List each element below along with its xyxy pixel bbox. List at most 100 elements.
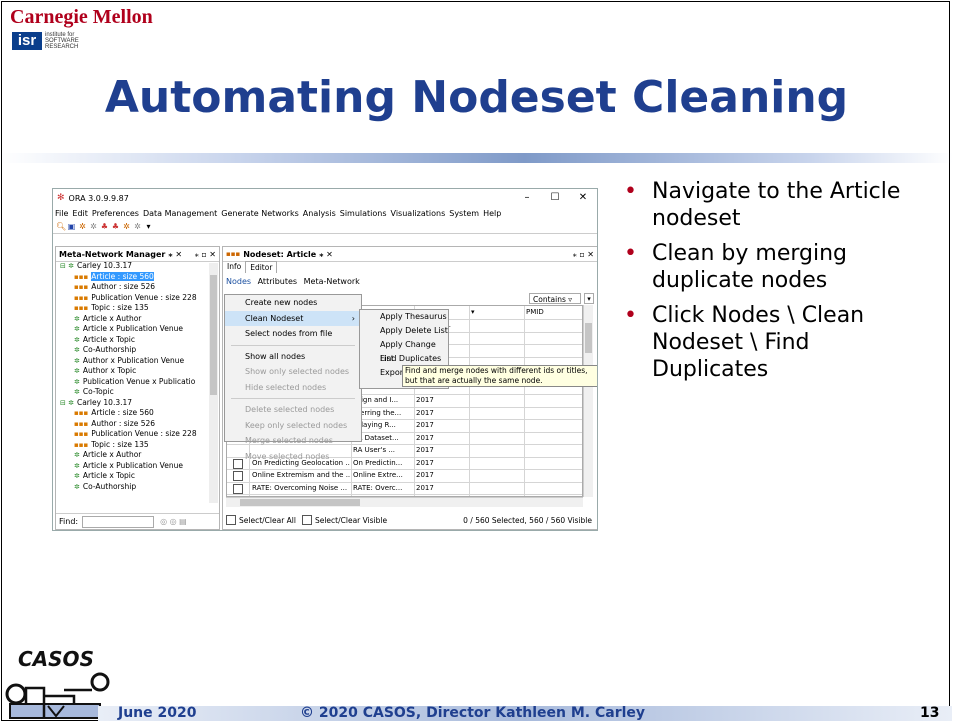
- menu-item-apply-delete-list[interactable]: Apply Delete List: [360, 324, 448, 338]
- menu-item-apply-change-list[interactable]: Apply Change List: [360, 338, 448, 363]
- tree-item[interactable]: ▪▪▪ Article : size 560: [56, 408, 206, 419]
- pane-controls[interactable]: ⁎ ▫ ✕: [573, 250, 594, 259]
- tree-root-item[interactable]: ⊟ ✲ Carley 10.3.17: [56, 261, 206, 272]
- row-checkbox[interactable]: [233, 483, 243, 494]
- isr-logo: isr institute for SOFTWARE RESEARCH: [12, 32, 79, 50]
- save-icon[interactable]: ▣: [67, 222, 76, 231]
- meta-alt-icon[interactable]: ✲: [133, 222, 142, 231]
- app-icon: ✻: [57, 193, 65, 203]
- search-icon[interactable]: 🔍︎: [56, 222, 66, 231]
- meta-icon[interactable]: ✲: [122, 222, 131, 231]
- menu-item-select-nodes-from-file[interactable]: Select nodes from file: [225, 326, 361, 342]
- network-alt-icon[interactable]: ✲: [89, 222, 98, 231]
- menu-item-create-new-nodes[interactable]: Create new nodes: [225, 295, 361, 311]
- select-all-checkbox[interactable]: [226, 515, 236, 525]
- menu-item-show-all-nodes[interactable]: Show all nodes: [225, 349, 361, 365]
- table-cell: 2017: [416, 433, 434, 442]
- footer-date: June 2020: [118, 705, 197, 721]
- tree-root-item[interactable]: ⊟ ✲ Carley 10.3.17: [56, 398, 206, 409]
- table-hscroll[interactable]: [226, 497, 583, 507]
- menu-system[interactable]: System: [449, 209, 479, 218]
- tree-item[interactable]: ▪▪▪ Publication Venue : size 228: [56, 293, 206, 304]
- maximize-button[interactable]: ☐: [541, 189, 569, 207]
- tooltip-line: Find and merge nodes with different ids …: [405, 366, 588, 375]
- tree-item[interactable]: ✲ Co-Authorship: [56, 482, 206, 493]
- menu-separator: [231, 398, 355, 399]
- tree-item[interactable]: ✲ Article x Author: [56, 450, 206, 461]
- tree-item[interactable]: ✲ Article x Publication Venue: [56, 461, 206, 472]
- column-header[interactable]: ▾: [471, 306, 525, 319]
- tree-item[interactable]: ✲ Article x Topic: [56, 335, 206, 346]
- tree-item-label: Article x Author: [82, 450, 142, 459]
- tree-item[interactable]: ✲ Author x Topic: [56, 366, 206, 377]
- tree-item[interactable]: ▪▪▪ Author : size 526: [56, 282, 206, 293]
- tree-item[interactable]: ✲ Author x Publication Venue: [56, 356, 206, 367]
- table-cell: 2017: [416, 471, 434, 479]
- isr-logo-mark: isr: [12, 32, 42, 50]
- menu-item-show-only-selected-nodes: Show only selected nodes: [225, 364, 361, 380]
- tree-item[interactable]: ✲ Publication Venue x Publicatio: [56, 377, 206, 388]
- menu-preferences[interactable]: Preferences: [92, 209, 139, 218]
- menu-item-label: Delete selected nodes: [245, 405, 335, 414]
- table-cell: 2017: [416, 408, 434, 417]
- menu-item-find-duplicates[interactable]: Find Duplicates: [360, 352, 448, 366]
- menu-data-management[interactable]: Data Management: [143, 209, 217, 218]
- pane-title: Nodeset: Article: [243, 249, 317, 259]
- tab-nodes[interactable]: Nodes: [226, 277, 251, 286]
- agents-icon[interactable]: ♣: [100, 222, 109, 231]
- contains-select[interactable]: Contains ▿: [529, 293, 581, 304]
- menu-item-apply-thesaurus[interactable]: Apply Thesaurus: [360, 310, 448, 324]
- network-icon[interactable]: ✲: [78, 222, 87, 231]
- tree-item[interactable]: ✲ Co-Authorship: [56, 345, 206, 356]
- tree-item[interactable]: ▪▪▪ Topic : size 135: [56, 440, 206, 451]
- menu-item-clean-nodeset[interactable]: Clean Nodeset ›: [225, 310, 361, 326]
- tree-item[interactable]: ▪▪▪ Article : size 560: [56, 271, 206, 283]
- tree-item[interactable]: ✲ Article x Publication Venue: [56, 324, 206, 335]
- select-visible-checkbox[interactable]: [301, 515, 312, 525]
- tab-info[interactable]: Info: [223, 261, 245, 273]
- menu-visualizations[interactable]: Visualizations: [391, 209, 446, 218]
- tab-editor[interactable]: Editor: [245, 261, 278, 273]
- tree-item[interactable]: ▪▪▪ Author : size 526: [56, 419, 206, 430]
- tree-scrollbar[interactable]: [209, 263, 218, 503]
- meta-network-icon: ⊟ ✲: [60, 262, 74, 270]
- pane-controls[interactable]: ⁎ ▫ ✕: [195, 250, 216, 259]
- close-button[interactable]: ✕: [569, 189, 597, 207]
- tree-item[interactable]: ▪▪▪ Topic : size 135: [56, 303, 206, 314]
- nodeset-icon: ▪▪▪: [74, 283, 89, 291]
- minimize-button[interactable]: –: [513, 189, 541, 207]
- menu-edit[interactable]: Edit: [72, 209, 88, 218]
- column-header[interactable]: PMID: [526, 306, 582, 319]
- find-buttons[interactable]: ◎ ◎ ▤: [160, 517, 187, 526]
- agents-alt-icon[interactable]: ♣: [111, 222, 120, 231]
- window-title: ORA 3.0.9.9.87: [68, 193, 129, 203]
- tree-item-label: Author : size 526: [91, 418, 156, 428]
- tree-item-label: Article x Author: [82, 313, 142, 323]
- menu-help[interactable]: Help: [483, 209, 501, 218]
- tree-item-label: Author x Publication Venue: [82, 355, 185, 365]
- tab-meta-network[interactable]: Meta-Network: [304, 277, 360, 286]
- tree-item[interactable]: ✲ Co-Topic: [56, 387, 206, 398]
- menu-simulations[interactable]: Simulations: [340, 209, 387, 218]
- table-cell: 2017: [416, 446, 434, 454]
- table-vscroll[interactable]: [583, 305, 593, 497]
- tree-item[interactable]: ✲ Article x Author: [56, 314, 206, 325]
- find-input[interactable]: [82, 515, 155, 528]
- bullet-list: Navigate to the Article nodeset Clean by…: [622, 178, 932, 391]
- filter-toggle-button[interactable]: ▾: [584, 293, 594, 304]
- tree-item-label: Article : size 560: [91, 408, 154, 417]
- network-icon: ✲: [74, 335, 80, 344]
- menu-analysis[interactable]: Analysis: [303, 209, 336, 218]
- tree-item[interactable]: ✲ Article x Topic: [56, 471, 206, 482]
- menu-file[interactable]: File: [55, 209, 68, 218]
- pin-icon[interactable]: ⁎ ✕: [319, 250, 333, 259]
- row-checkbox[interactable]: [233, 471, 243, 481]
- tree-item-label: Carley 10.3.17: [76, 397, 133, 407]
- tab-attributes[interactable]: Attributes: [258, 277, 298, 286]
- pin-icon[interactable]: ⁎ ✕: [168, 250, 182, 259]
- table-row[interactable]: RATE: Overcoming Noise ... RATE: Overc...…: [227, 482, 582, 495]
- dropdown-icon[interactable]: ▾: [144, 222, 153, 231]
- table-row[interactable]: Online Extremism and the ... Online Extre…: [227, 469, 582, 483]
- menu-generate-networks[interactable]: Generate Networks: [221, 209, 298, 218]
- tree-item[interactable]: ▪▪▪ Publication Venue : size 228: [56, 429, 206, 440]
